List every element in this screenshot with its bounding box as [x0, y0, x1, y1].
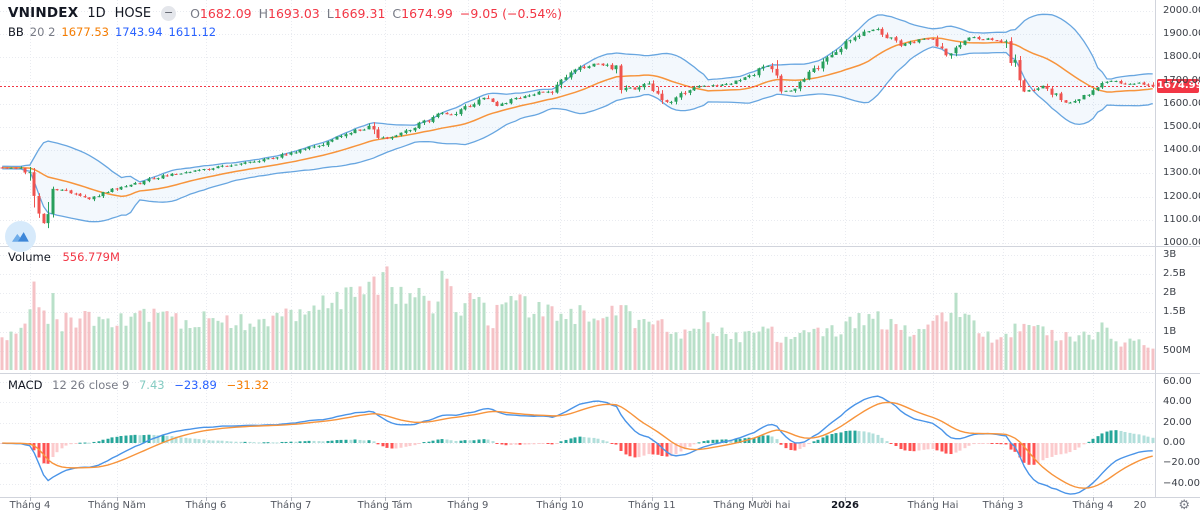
time-axis-label: Tháng 7 — [271, 500, 312, 511]
time-axis-label: Tháng 4 — [10, 500, 51, 511]
price-axis-label: 1300.00 — [1163, 167, 1200, 178]
time-axis-label: Tháng 11 — [628, 500, 675, 511]
open-label: O — [190, 6, 200, 21]
price-axis-label: 1700.00 — [1163, 75, 1200, 86]
price-axis-label: 1600.00 — [1163, 98, 1200, 109]
price-axis-label: 1100.00 — [1163, 214, 1200, 225]
macd-params: 12 26 close 9 — [52, 378, 129, 392]
low-label: L — [327, 6, 334, 21]
trading-chart-app: VNINDEX 1D HOSE − O1682.09 H1693.03 L166… — [0, 0, 1200, 515]
volume-axis-label: 1.5B — [1163, 306, 1186, 317]
macd-axis-label: −40.00 — [1163, 478, 1200, 489]
broker-logo-watermark — [5, 221, 36, 252]
time-axis-label: Tháng 10 — [536, 500, 583, 511]
gear-icon[interactable]: ⚙ — [1178, 498, 1190, 513]
collapse-symbol-icon[interactable]: − — [161, 6, 176, 21]
price-axis-label: 2000.00 — [1163, 5, 1200, 16]
time-axis-label: Tháng 9 — [448, 500, 489, 511]
macd-hist-value: 7.43 — [139, 378, 165, 392]
ohlc-values: O1682.09 H1693.03 L1669.31 C1674.99 −9.0… — [190, 6, 562, 21]
price-axis[interactable]: 1674.99 2000.001900.001800.001700.001600… — [1156, 0, 1200, 497]
macd-label: MACD — [8, 378, 42, 392]
time-axis-label: Tháng 3 — [983, 500, 1024, 511]
time-axis-label: Tháng Năm — [88, 500, 146, 511]
price-axis-label: 1200.00 — [1163, 191, 1200, 202]
time-axis-label: 20 — [1134, 500, 1147, 511]
volume-axis-label: 3B — [1163, 249, 1176, 260]
price-axis-label: 1800.00 — [1163, 51, 1200, 62]
macd-line-value: −23.89 — [174, 378, 217, 392]
volume-axis-label: 2.5B — [1163, 268, 1186, 279]
macd-axis-label: 0.00 — [1163, 437, 1185, 448]
volume-axis-label: 500M — [1163, 345, 1191, 356]
interval-selector[interactable]: 1D — [87, 6, 105, 21]
bb-name: BB — [8, 25, 24, 39]
macd-signal-value: −31.32 — [226, 378, 269, 392]
price-axis-label: 1500.00 — [1163, 121, 1200, 132]
open-value: 1682.09 — [200, 6, 252, 21]
price-axis-label: 1400.00 — [1163, 144, 1200, 155]
macd-axis-label: 20.00 — [1163, 417, 1192, 428]
macd-indicator-row[interactable]: MACD 12 26 close 9 7.43 −23.89 −31.32 — [8, 378, 275, 392]
macd-axis-label: 60.00 — [1163, 376, 1192, 387]
time-axis-label: Tháng Mười hai — [714, 500, 791, 511]
price-axis-label: 1900.00 — [1163, 28, 1200, 39]
macd-axis-label: −20.00 — [1163, 457, 1200, 468]
high-value: 1693.03 — [268, 6, 320, 21]
time-axis-label: Tháng 4 — [1073, 500, 1114, 511]
macd-axis-label: 40.00 — [1163, 396, 1192, 407]
bb-basis-value: 1677.53 — [61, 25, 109, 39]
time-axis-label: Tháng 6 — [186, 500, 227, 511]
symbol-header: VNINDEX 1D HOSE − O1682.09 H1693.03 L166… — [8, 5, 562, 21]
volume-value: 556.779M — [62, 250, 119, 264]
bb-params: 20 2 — [30, 25, 56, 39]
bb-lower-value: 1611.12 — [169, 25, 217, 39]
symbol-name[interactable]: VNINDEX — [8, 5, 78, 21]
bb-indicator-row[interactable]: BB 20 2 1677.53 1743.94 1611.12 — [8, 25, 222, 39]
time-axis-label: Tháng Tám — [358, 500, 413, 511]
low-value: 1669.31 — [334, 6, 386, 21]
volume-axis-label: 2B — [1163, 287, 1176, 298]
time-axis-label: Tháng Hai — [908, 500, 959, 511]
mountains-icon — [11, 230, 30, 243]
time-axis[interactable]: ⚙ Tháng 4 Tháng Năm Tháng 6 Tháng 7 Tháng Tá… — [0, 497, 1200, 515]
close-value: 1674.99 — [401, 6, 453, 21]
price-axis-label: 1000.00 — [1163, 237, 1200, 248]
time-axis-label: 2026 — [831, 500, 859, 511]
volume-label: Volume — [8, 250, 51, 264]
bb-upper-value: 1743.94 — [115, 25, 163, 39]
exchange-name: HOSE — [115, 6, 151, 21]
chart-canvas[interactable] — [0, 0, 1200, 515]
volume-axis-label: 1B — [1163, 326, 1176, 337]
close-label: C — [392, 6, 401, 21]
volume-indicator-row[interactable]: Volume 556.779M — [8, 250, 120, 264]
high-label: H — [259, 6, 268, 21]
change-value: −9.05 (−0.54%) — [460, 6, 562, 21]
